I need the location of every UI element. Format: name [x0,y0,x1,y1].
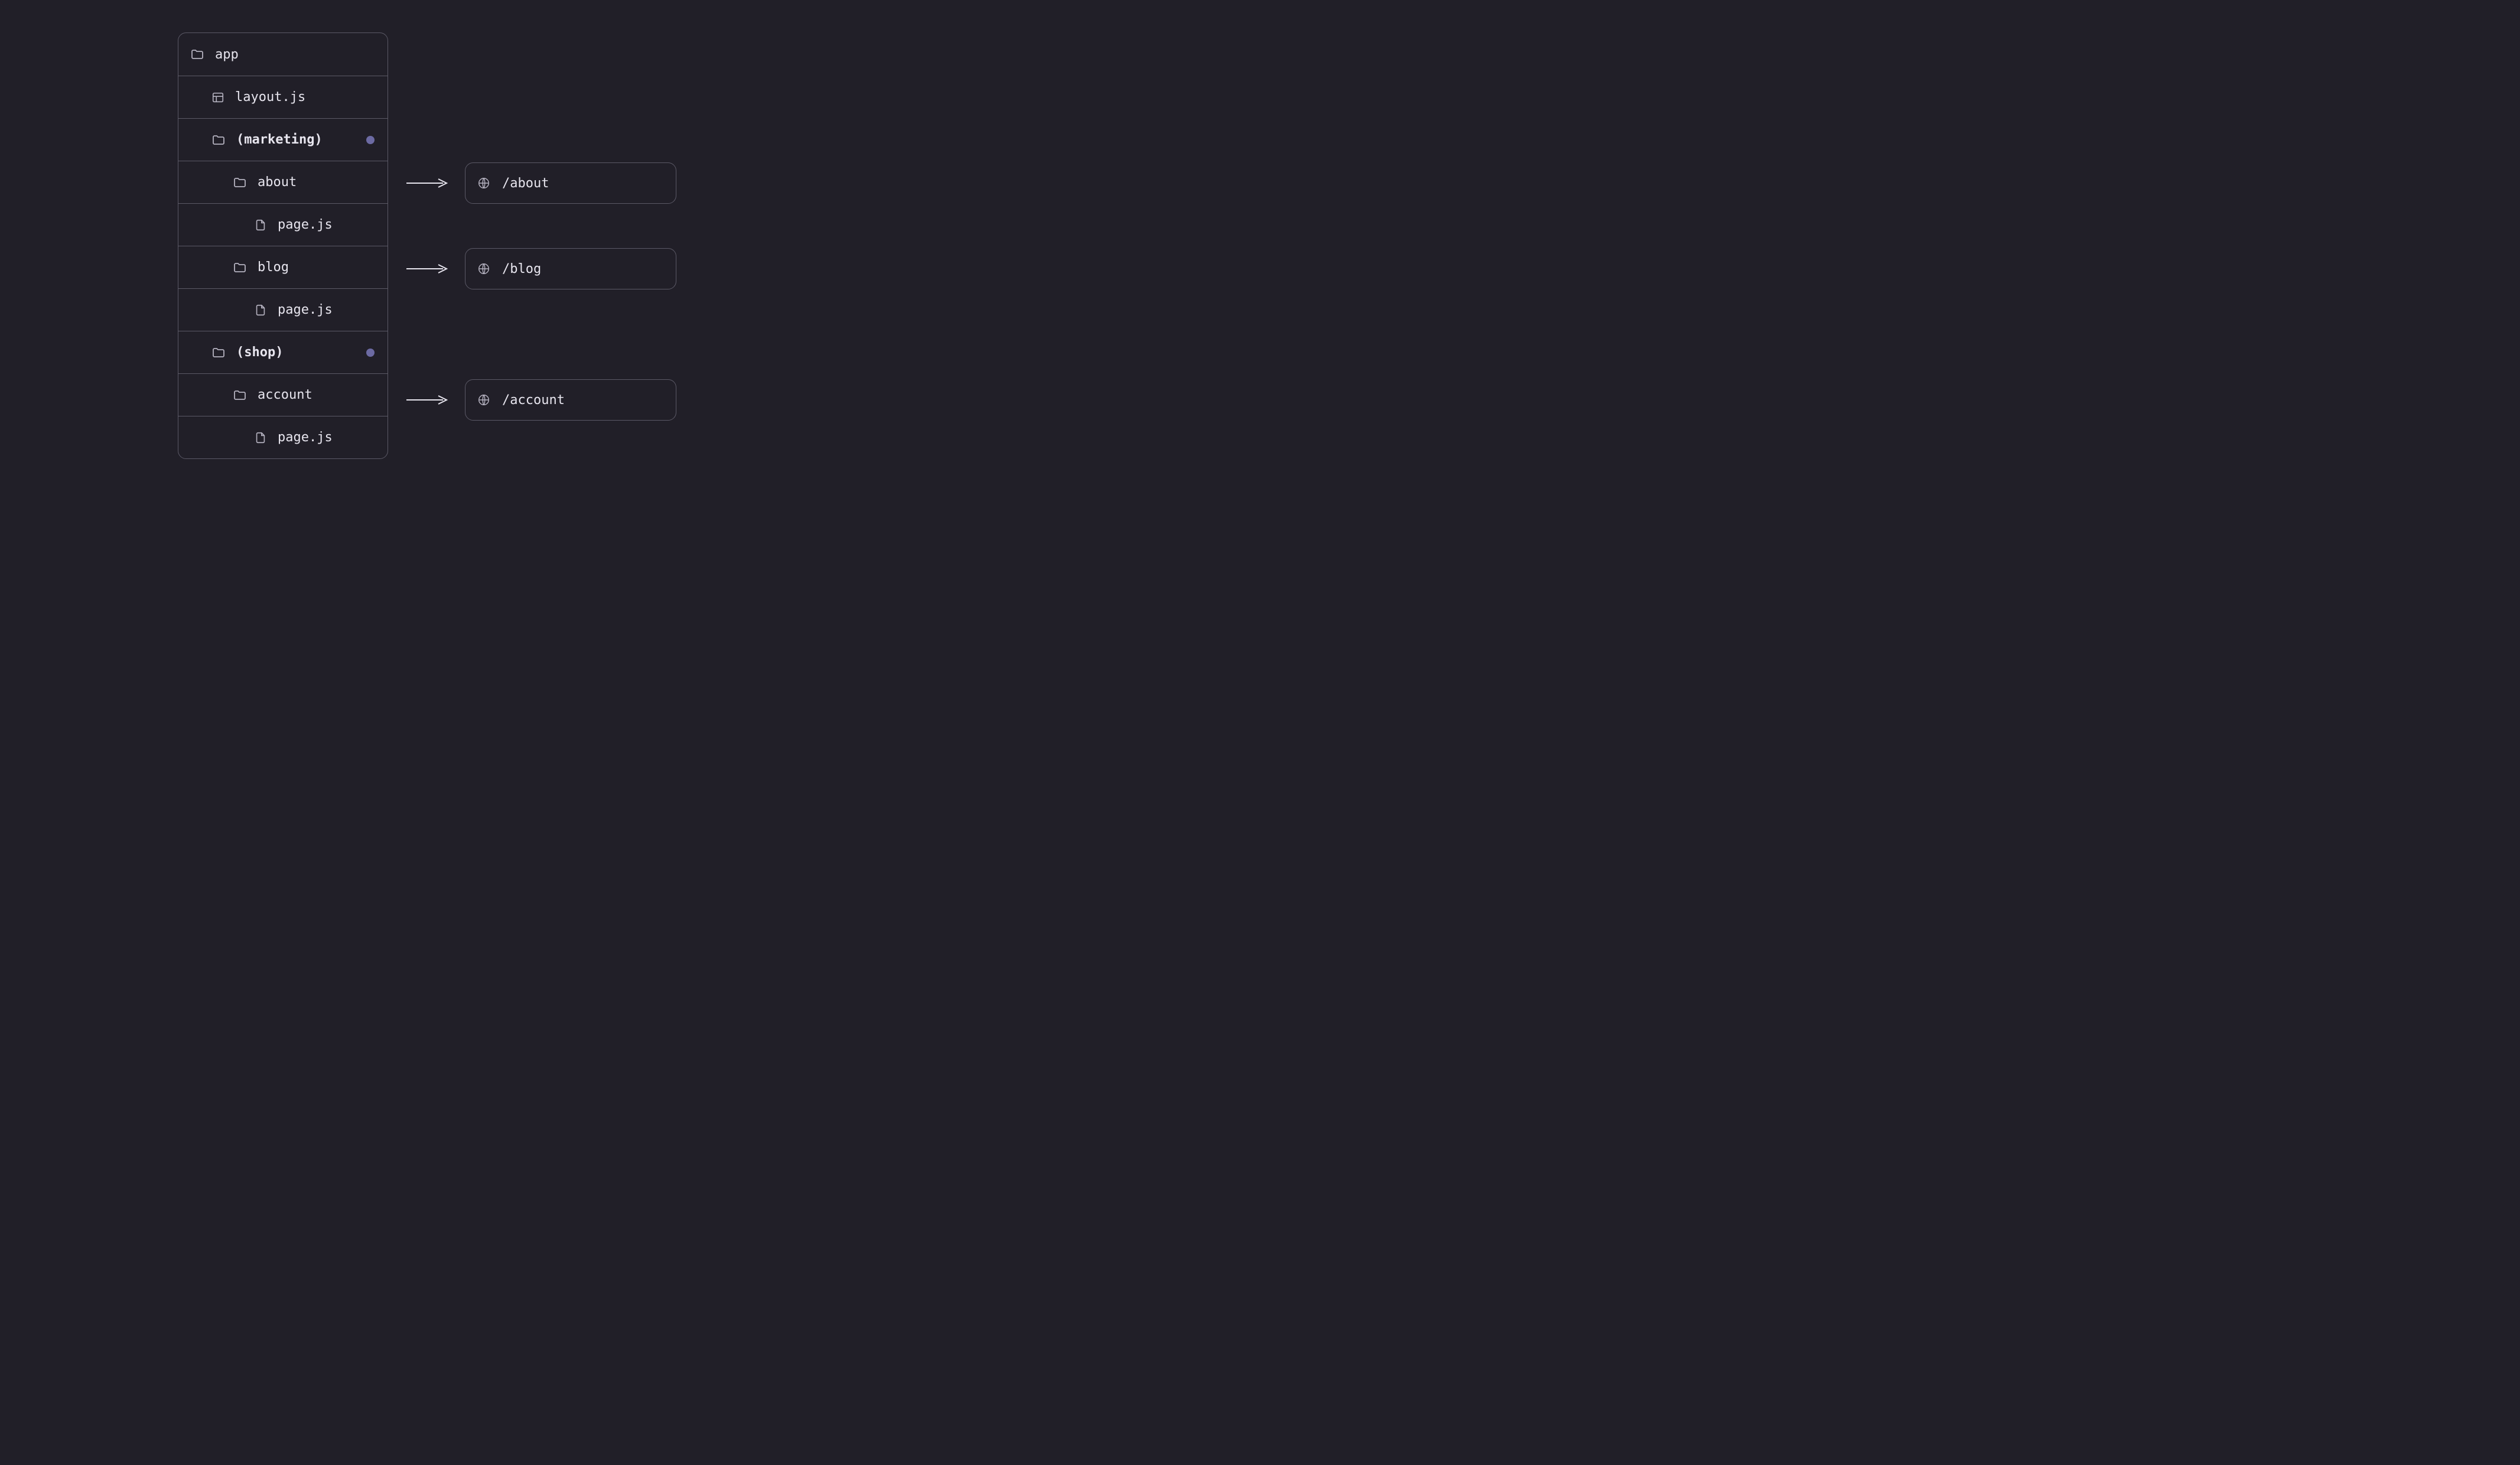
tree-row-layout: layout.js [178,76,388,118]
tree-label-layout: layout.js [235,90,305,105]
tree-row-shop: (shop) [178,331,388,373]
tree-label-account: account [258,388,312,402]
tree-row-about-page: page.js [178,203,388,246]
folder-icon [190,47,204,61]
file-icon [254,431,267,444]
folder-icon [211,346,226,360]
arrow-icon [406,177,449,189]
tree-label-account-page: page.js [278,430,333,445]
url-label-account: /account [502,393,565,408]
url-chip-about: /about [465,162,676,204]
tree-row-blog: blog [178,246,388,288]
tree-label-shop: (shop) [236,345,283,360]
group-dot-icon [366,349,375,357]
arrow-icon [406,394,449,406]
globe-icon [477,393,490,406]
tree-label-marketing: (marketing) [236,132,323,147]
folder-icon [211,133,226,147]
tree-row-account: account [178,373,388,416]
tree-label-app: app [215,47,239,62]
layout-icon [211,91,224,104]
url-chip-blog: /blog [465,248,676,289]
globe-icon [477,177,490,190]
group-dot-icon [366,136,375,144]
file-tree-panel: app layout.js (marketing) [178,32,388,459]
tree-label-blog-page: page.js [278,302,333,317]
globe-icon [477,262,490,275]
tree-row-app: app [178,33,388,76]
arrow-icon [406,263,449,275]
tree-label-about-page: page.js [278,217,333,232]
tree-row-marketing: (marketing) [178,118,388,161]
tree-row-account-page: page.js [178,416,388,458]
diagram-canvas: app layout.js (marketing) [0,0,854,496]
tree-label-about: about [258,175,297,190]
folder-icon [233,175,247,190]
url-label-blog: /blog [502,262,541,276]
file-icon [254,304,267,317]
tree-label-blog: blog [258,260,289,275]
file-icon [254,219,267,232]
tree-row-blog-page: page.js [178,288,388,331]
folder-icon [233,261,247,275]
tree-row-about: about [178,161,388,203]
url-label-about: /about [502,176,549,191]
url-chip-account: /account [465,379,676,421]
folder-icon [233,388,247,402]
